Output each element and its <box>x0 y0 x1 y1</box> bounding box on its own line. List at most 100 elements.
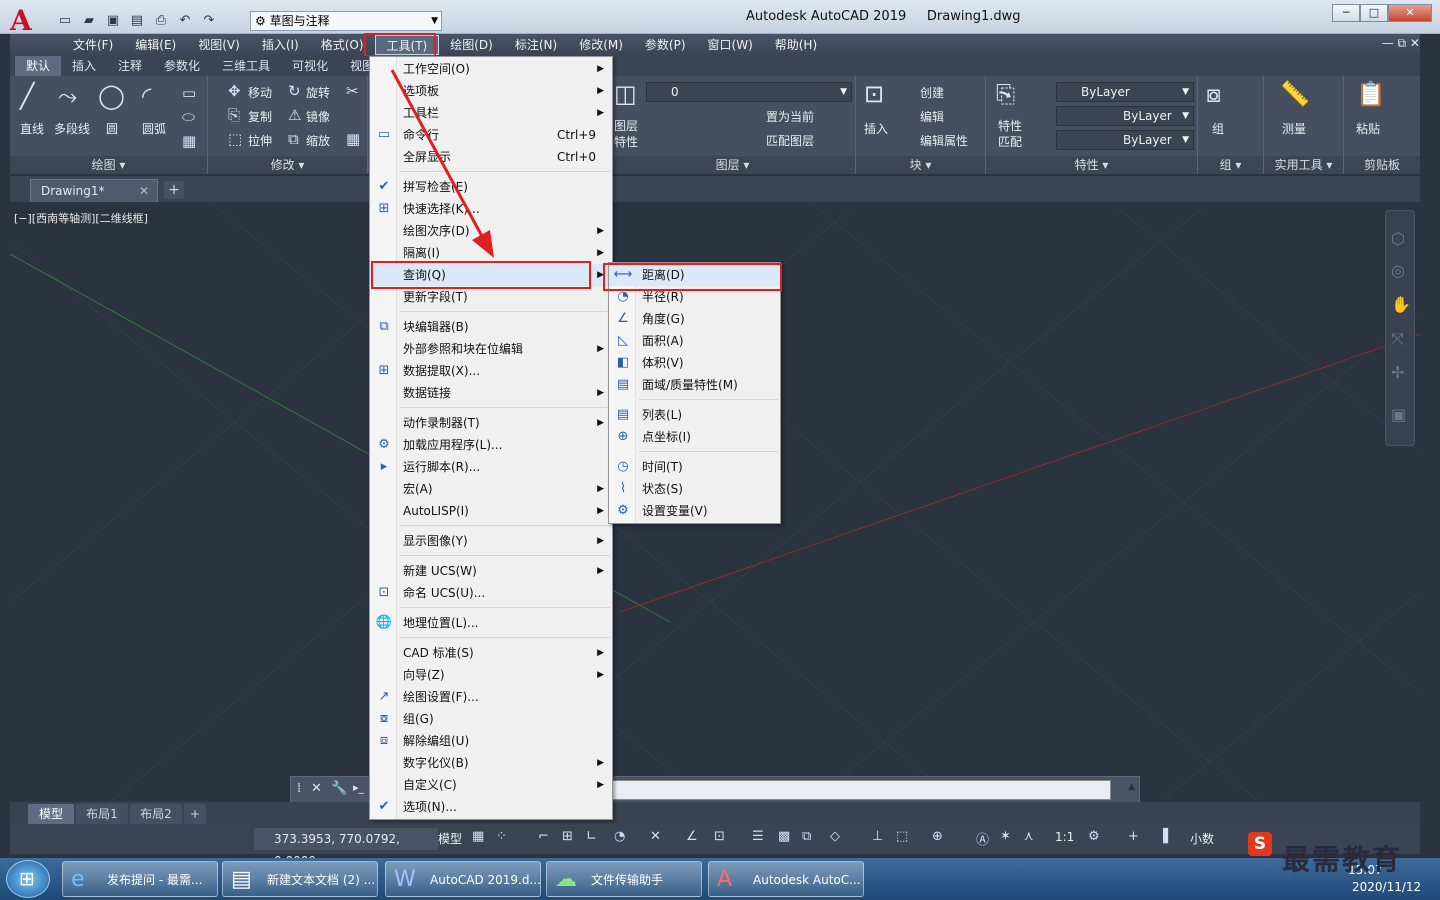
arc-button[interactable]: 圆弧 <box>142 120 166 137</box>
task-notepad[interactable]: ▤ 新建文本文档 (2) ... <box>222 861 378 897</box>
maximize-button[interactable]: □ <box>1360 4 1388 22</box>
query-menu-item[interactable]: ∠ 角度(G) <box>609 308 780 330</box>
document-tab[interactable]: Drawing1* ✕ <box>30 179 158 202</box>
menu-window[interactable]: 窗口(W) <box>697 35 764 55</box>
tools-menu-item[interactable]: ⚙ 加载应用程序(L)... <box>370 434 612 456</box>
utilities-panel-label[interactable]: 实用工具 ▾ <box>1264 156 1343 174</box>
menu-view[interactable]: 视图(V) <box>187 35 251 55</box>
query-menu-item[interactable]: ⌇ 状态(S) <box>609 478 780 500</box>
new-file-icon[interactable]: ▭ <box>56 13 74 29</box>
print-icon[interactable]: ⎙ <box>152 13 170 29</box>
tools-menu-item[interactable]: ⊞ 快速选择(K)... <box>370 198 612 220</box>
tools-menu-item[interactable]: 数据链接 ▶ <box>370 382 612 404</box>
tools-menu-item[interactable]: 🌐 地理位置(L)... <box>370 612 612 634</box>
units-dropdown[interactable]: 小数 <box>1190 830 1214 847</box>
group-button[interactable]: 组 <box>1212 120 1224 137</box>
autocad-logo-icon[interactable]: A <box>10 6 44 36</box>
match-layer-button[interactable]: 匹配图层 <box>766 132 814 149</box>
open-folder-icon[interactable]: ▰ <box>80 13 98 29</box>
menu-modify[interactable]: 修改(M) <box>568 35 634 55</box>
gizmo-icon[interactable]: ⊕ <box>932 829 943 844</box>
infer-constraints-icon[interactable]: ⌐ <box>538 829 549 844</box>
rotate-button[interactable]: 旋转 <box>306 84 330 101</box>
task-browser[interactable]: e 发布提问 - 最需... <box>62 861 218 897</box>
annotation-scale-icon[interactable]: ⋏ <box>1024 829 1034 844</box>
new-tab-button[interactable]: + <box>164 181 184 199</box>
groups-panel-label[interactable]: 组 ▾ <box>1198 156 1263 174</box>
match-properties-button[interactable]: 特性 匹配 <box>998 118 1022 150</box>
grid-icon[interactable]: ▦ <box>472 829 484 844</box>
tools-menu-item[interactable]: CAD 标准(S) ▶ <box>370 642 612 664</box>
task-wechat[interactable]: ☁ 文件传输助手 <box>546 861 702 897</box>
query-menu-item[interactable]: ▤ 列表(L) <box>609 404 780 426</box>
menu-file[interactable]: 文件(F) <box>62 35 124 55</box>
add-layout-button[interactable]: + <box>184 804 206 824</box>
arc-icon[interactable]: ◜ <box>142 82 151 110</box>
save-icon[interactable]: ▣ <box>104 13 122 29</box>
mirror-icon[interactable]: ⚠ <box>288 106 301 124</box>
edit-block-button[interactable]: 编辑 <box>920 108 944 125</box>
query-menu-item[interactable]: ▤ 面域/质量特性(M) <box>609 374 780 396</box>
stretch-button[interactable]: 拉伸 <box>248 132 272 149</box>
copy-button[interactable]: 复制 <box>248 108 272 125</box>
close-button[interactable]: ✕ <box>1388 4 1432 22</box>
rotate-icon[interactable]: ↻ <box>288 82 301 100</box>
task-autocad[interactable]: A Autodesk AutoC... <box>708 861 864 897</box>
query-menu-item[interactable]: ◷ 时间(T) <box>609 456 780 478</box>
tab-layout1[interactable]: 布局1 <box>76 804 128 824</box>
line-button[interactable]: 直线 <box>20 120 44 137</box>
edit-attributes-button[interactable]: 编辑属性 <box>920 132 968 149</box>
tab-3d-tools[interactable]: 三维工具 <box>211 56 281 76</box>
tools-menu-item[interactable]: ⊞ 数据提取(X)... <box>370 360 612 382</box>
menu-draw[interactable]: 绘图(D) <box>439 35 504 55</box>
match-properties-icon[interactable]: ⎘ <box>996 80 1015 108</box>
tools-menu-item[interactable]: 数字化仪(B) ▶ <box>370 752 612 774</box>
tools-menu-item[interactable]: AutoLISP(I) ▶ <box>370 500 612 522</box>
draw-panel-label[interactable]: 绘图 ▾ <box>10 156 207 174</box>
snap-icon[interactable]: ⁘ <box>496 829 507 844</box>
object-snap-icon[interactable]: ⊡ <box>714 829 725 844</box>
wrench-icon[interactable]: 🔧 <box>331 781 347 796</box>
insert-block-button[interactable]: 插入 <box>864 120 888 137</box>
trim-icon[interactable]: ✂ <box>346 82 359 100</box>
tab-insert[interactable]: 插入 <box>61 56 107 76</box>
document-window-controls[interactable]: — ⧉ ✕ <box>1382 36 1420 51</box>
dynamic-input-icon[interactable]: ⊞ <box>562 829 573 844</box>
annotation-visibility-icon[interactable]: Ⓐ <box>976 829 989 848</box>
tools-menu-item[interactable]: ⧇ 组(G) <box>370 708 612 730</box>
selection-filter-icon[interactable]: ⬚ <box>896 829 908 844</box>
polyline-button[interactable]: 多段线 <box>54 120 90 137</box>
move-button[interactable]: 移动 <box>248 84 272 101</box>
tools-menu-item[interactable]: 显示图像(Y) ▶ <box>370 530 612 552</box>
tools-menu-item[interactable]: 自定义(C) ▶ <box>370 774 612 796</box>
set-current-button[interactable]: 置为当前 <box>766 108 814 125</box>
menu-help[interactable]: 帮助(H) <box>764 35 828 55</box>
minimize-button[interactable]: ─ <box>1332 4 1360 22</box>
plus-icon[interactable]: + <box>1128 829 1139 844</box>
command-history-toggle-icon[interactable]: ▲ <box>1128 782 1135 792</box>
auto-scale-icon[interactable]: ✶ <box>1000 829 1011 844</box>
tools-menu-item[interactable]: 向导(Z) ▶ <box>370 664 612 686</box>
linetype-dropdown[interactable]: ByLayer ▼ <box>1056 106 1194 126</box>
menu-edit[interactable]: 编辑(E) <box>124 35 187 55</box>
start-button[interactable]: ⊞ <box>6 860 50 898</box>
isodraft-icon[interactable]: ✕ <box>650 829 661 844</box>
tab-default[interactable]: 默认 <box>15 56 62 76</box>
tools-menu-item[interactable]: ⧉ 块编辑器(B) <box>370 316 612 338</box>
circle-icon[interactable]: ◯ <box>98 82 125 110</box>
tools-menu-item[interactable]: ✔ 选项(N)... <box>370 796 612 818</box>
layer-properties-button[interactable]: 图层 特性 <box>614 118 638 150</box>
task-word[interactable]: W AutoCAD 2019.d... <box>385 861 541 897</box>
group-icon[interactable]: ⧇ <box>1206 80 1221 108</box>
stretch-icon[interactable]: ⬚ <box>228 130 242 148</box>
properties-panel-label[interactable]: 特性 ▾ <box>986 156 1197 174</box>
tools-menu-item[interactable]: ↗ 绘图设置(F)... <box>370 686 612 708</box>
tools-menu-item[interactable]: ▸ 运行脚本(R)... <box>370 456 612 478</box>
line-icon[interactable]: ╱ <box>20 82 34 110</box>
tools-menu-item[interactable]: 动作录制器(T) ▶ <box>370 412 612 434</box>
save-as-icon[interactable]: ▤ <box>128 13 146 29</box>
menu-insert[interactable]: 插入(I) <box>251 35 310 55</box>
gear-icon[interactable]: ⚙ <box>1088 829 1100 844</box>
tools-menu-item[interactable]: ⊡ 命名 UCS(U)... <box>370 582 612 604</box>
layer-dropdown[interactable]: 0 ▼ <box>646 82 852 102</box>
